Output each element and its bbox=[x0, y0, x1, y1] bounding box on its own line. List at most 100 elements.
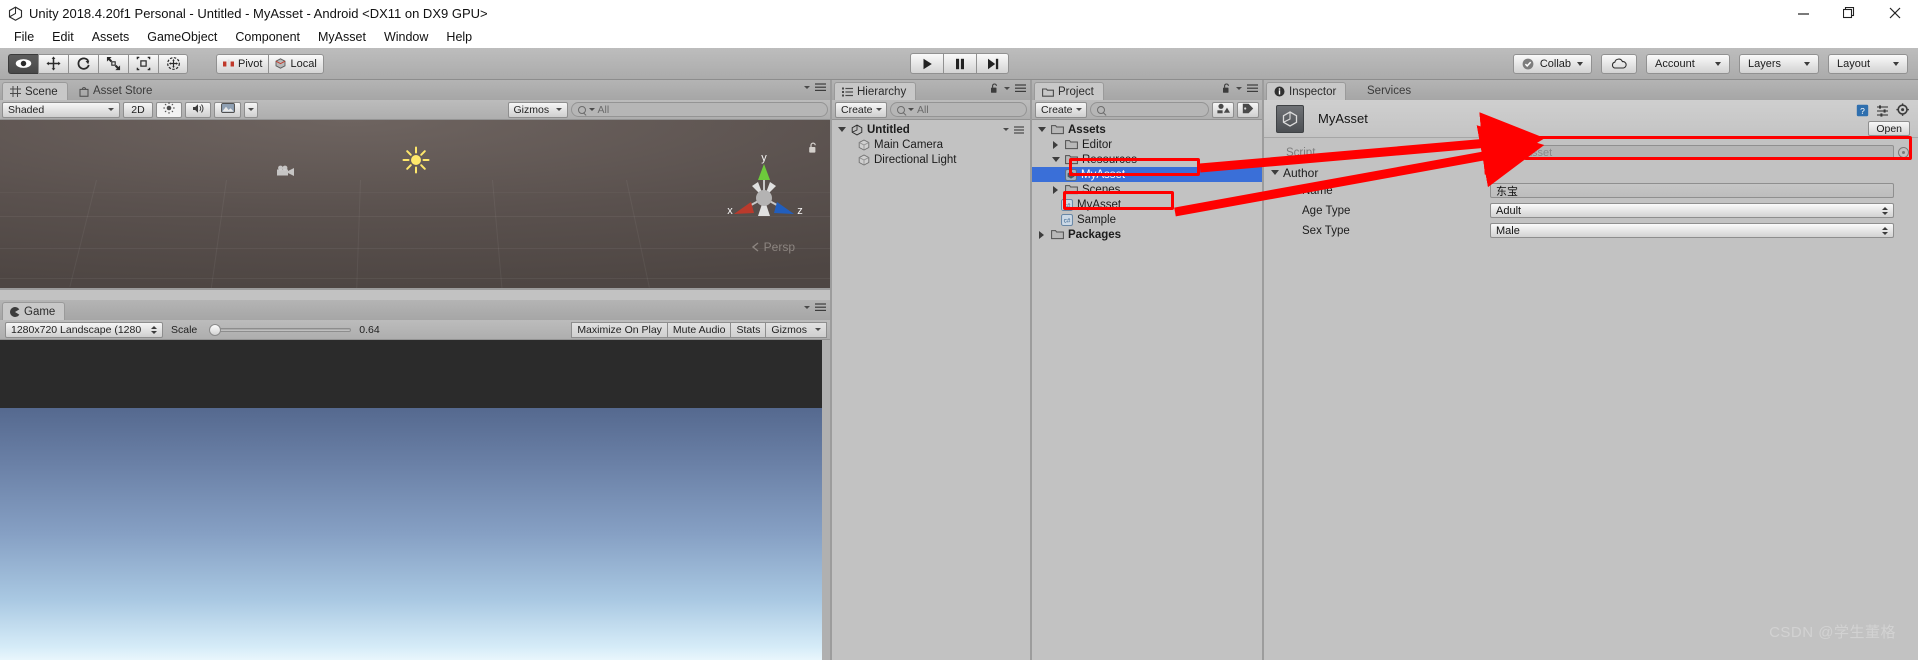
slider-knob[interactable] bbox=[209, 323, 222, 336]
menu-item-edit[interactable]: Edit bbox=[43, 26, 83, 48]
hierarchy-scene-root[interactable]: Untitled bbox=[832, 122, 1030, 137]
menu-item-component[interactable]: Component bbox=[226, 26, 309, 48]
tab-scene[interactable]: Scene bbox=[2, 82, 68, 100]
project-panel-menu[interactable] bbox=[1222, 83, 1258, 94]
filter-by-label-button[interactable] bbox=[1237, 101, 1259, 118]
minimize-icon[interactable] bbox=[1780, 0, 1826, 26]
project-item-packages[interactable]: Packages bbox=[1032, 227, 1262, 242]
hierarchy-item-main-camera[interactable]: Main Camera bbox=[832, 137, 1030, 152]
chevron-right-icon[interactable] bbox=[1036, 230, 1047, 239]
2d-toggle-button[interactable]: 2D bbox=[123, 101, 153, 118]
scene-context-menu[interactable] bbox=[1003, 125, 1024, 134]
tab-project[interactable]: Project bbox=[1034, 82, 1104, 100]
help-book-icon[interactable]: ? bbox=[1856, 104, 1869, 120]
menu-item-assets[interactable]: Assets bbox=[83, 26, 139, 48]
step-button[interactable] bbox=[976, 53, 1009, 74]
rect-tool-button[interactable] bbox=[128, 53, 158, 74]
hierarchy-search-input[interactable]: All bbox=[890, 102, 1027, 117]
maximize-icon[interactable] bbox=[1826, 0, 1872, 26]
panel-separator-vertical-3[interactable] bbox=[1262, 80, 1264, 660]
project-search-input[interactable] bbox=[1090, 102, 1209, 117]
cloud-button[interactable] bbox=[1601, 53, 1637, 74]
scene-lighting-toggle[interactable] bbox=[156, 101, 182, 118]
chevron-down-icon[interactable] bbox=[1036, 127, 1047, 132]
tab-game[interactable]: Game bbox=[2, 302, 66, 320]
draw-mode-dropdown[interactable]: Shaded bbox=[2, 101, 120, 118]
layout-button[interactable]: Layout bbox=[1828, 53, 1908, 74]
project-item-myasset-script[interactable]: c# MyAsset bbox=[1032, 197, 1262, 212]
local-toggle-button[interactable]: Local bbox=[268, 53, 324, 74]
layers-button[interactable]: Layers bbox=[1739, 53, 1819, 74]
hierarchy-create-button[interactable]: Create bbox=[835, 101, 887, 118]
hierarchy-item-directional-light[interactable]: Directional Light bbox=[832, 152, 1030, 167]
project-item-editor[interactable]: Editor bbox=[1032, 137, 1262, 152]
project-item-sample[interactable]: c# Sample bbox=[1032, 212, 1262, 227]
menu-item-window[interactable]: Window bbox=[375, 26, 437, 48]
scene-effects-toggle[interactable] bbox=[214, 101, 241, 118]
tab-asset-store[interactable]: Asset Store bbox=[72, 82, 161, 100]
hand-tool-button[interactable] bbox=[8, 53, 38, 74]
gear-icon[interactable] bbox=[1896, 103, 1910, 120]
panel-separator-vertical-2[interactable] bbox=[1030, 80, 1032, 660]
mute-audio-button[interactable]: Mute Audio bbox=[666, 321, 732, 338]
chevron-right-icon[interactable] bbox=[1050, 185, 1061, 194]
panel-separator-vertical-1[interactable] bbox=[830, 80, 832, 660]
project-item-scenes[interactable]: Scenes bbox=[1032, 182, 1262, 197]
open-button[interactable]: Open bbox=[1868, 121, 1910, 136]
menu-item-gameobject[interactable]: GameObject bbox=[138, 26, 226, 48]
scene-search-input[interactable]: All bbox=[570, 102, 828, 117]
game-scale-slider[interactable] bbox=[203, 323, 352, 337]
camera-gizmo[interactable] bbox=[276, 164, 298, 181]
pivot-toggle-button[interactable]: Pivot bbox=[216, 53, 269, 74]
scene-perspective-label[interactable]: Persp bbox=[751, 240, 795, 254]
inspector-author-foldout[interactable]: Author bbox=[1264, 164, 1918, 181]
tab-inspector[interactable]: Inspector bbox=[1266, 82, 1347, 100]
maximize-on-play-button[interactable]: Maximize On Play bbox=[571, 321, 668, 338]
play-button[interactable] bbox=[910, 53, 943, 74]
filter-by-type-button[interactable] bbox=[1212, 101, 1234, 118]
game-resolution-dropdown[interactable]: 1280x720 Landscape (1280 bbox=[5, 321, 163, 338]
scene-effects-dropdown[interactable] bbox=[244, 101, 258, 118]
project-create-button[interactable]: Create bbox=[1035, 101, 1087, 118]
tab-services[interactable]: Services bbox=[1360, 82, 1420, 100]
name-text-field[interactable]: 东宝 bbox=[1490, 183, 1894, 198]
menu-item-myasset[interactable]: MyAsset bbox=[309, 26, 375, 48]
sex-type-dropdown[interactable]: Male bbox=[1490, 223, 1894, 238]
scene-audio-toggle[interactable] bbox=[185, 101, 211, 118]
pause-button[interactable] bbox=[943, 53, 976, 74]
preset-icon[interactable] bbox=[1876, 104, 1889, 120]
object-picker-icon[interactable] bbox=[1898, 147, 1909, 158]
game-gizmos-button[interactable]: Gizmos bbox=[765, 321, 827, 338]
chevron-down-icon[interactable] bbox=[836, 127, 847, 132]
move-tool-button[interactable] bbox=[38, 53, 68, 74]
lock-open-icon[interactable] bbox=[990, 83, 999, 94]
scale-tool-button[interactable] bbox=[98, 53, 128, 74]
project-item-assets[interactable]: Assets bbox=[1032, 122, 1262, 137]
scene-viewport[interactable]: y x z Persp bbox=[0, 120, 830, 288]
menu-item-help[interactable]: Help bbox=[437, 26, 481, 48]
tab-hierarchy[interactable]: Hierarchy bbox=[834, 82, 917, 100]
script-object-field[interactable]: c# MyAsset bbox=[1490, 145, 1894, 160]
chevron-down-icon[interactable] bbox=[1050, 157, 1061, 162]
lock-open-icon[interactable] bbox=[1222, 83, 1231, 94]
rotate-tool-button[interactable] bbox=[68, 53, 98, 74]
game-view-scrollbar[interactable] bbox=[822, 340, 830, 660]
menu-item-file[interactable]: File bbox=[5, 26, 43, 48]
scene-gizmos-dropdown[interactable]: Gizmos bbox=[507, 101, 568, 118]
close-icon[interactable] bbox=[1872, 0, 1918, 26]
game-viewport[interactable] bbox=[0, 340, 822, 660]
stats-button[interactable]: Stats bbox=[730, 321, 767, 338]
chevron-right-icon[interactable] bbox=[1050, 140, 1061, 149]
age-type-dropdown[interactable]: Adult bbox=[1490, 203, 1894, 218]
project-item-myasset-asset[interactable]: MyAsset bbox=[1032, 167, 1262, 182]
hierarchy-panel-menu[interactable] bbox=[990, 83, 1026, 94]
scene-panel-menu[interactable] bbox=[804, 83, 826, 92]
collab-button[interactable]: Collab bbox=[1512, 53, 1592, 74]
directional-light-gizmo[interactable] bbox=[402, 146, 430, 177]
panel-separator-horizontal[interactable] bbox=[0, 288, 830, 290]
project-item-resources[interactable]: Resources bbox=[1032, 152, 1262, 167]
scene-orientation-gizmo[interactable]: y x z bbox=[718, 150, 810, 242]
account-button[interactable]: Account bbox=[1646, 53, 1730, 74]
transform-tool-button[interactable] bbox=[158, 53, 188, 74]
game-panel-menu[interactable] bbox=[804, 303, 826, 312]
